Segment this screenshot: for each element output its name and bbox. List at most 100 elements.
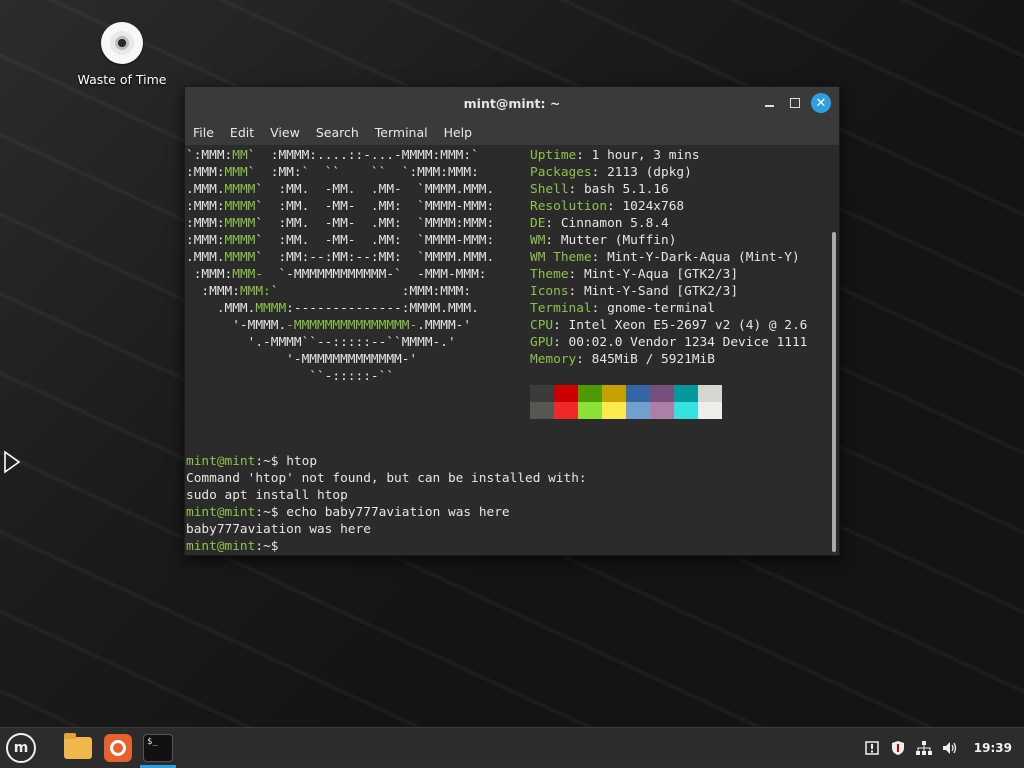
window-title: mint@mint: ~ bbox=[463, 95, 561, 111]
ascii-line: .MMM.MMMM:--------------:MMMM.MMM. bbox=[186, 301, 479, 316]
menu-file[interactable]: File bbox=[193, 125, 214, 140]
info-value: Mint-Y-Aqua [GTK2/3] bbox=[583, 267, 739, 282]
prompt-user-host: mint@mint bbox=[186, 505, 256, 520]
info-key: Resolution bbox=[530, 199, 608, 214]
volume-icon[interactable] bbox=[942, 740, 958, 756]
info-row: CPU: Intel Xeon E5-2697 v2 (4) @ 2.6 bbox=[530, 318, 808, 333]
palette-row bbox=[530, 402, 722, 419]
menu-edit[interactable]: Edit bbox=[230, 125, 254, 140]
info-row: GPU: 00:02.0 Vendor 1234 Device 1111 bbox=[530, 335, 808, 350]
info-value: 1024x768 bbox=[622, 199, 685, 214]
desktop-icon-label: Waste of Time bbox=[77, 72, 167, 87]
info-key: DE bbox=[530, 216, 546, 231]
system-tray: 19:39 bbox=[864, 728, 1024, 768]
ascii-line: '-MMMMMMMMMMMMM-' bbox=[186, 352, 418, 367]
color-swatch bbox=[530, 402, 554, 419]
info-row: Theme: Mint-Y-Aqua [GTK2/3] bbox=[530, 267, 739, 282]
info-value: bash 5.1.16 bbox=[583, 182, 669, 197]
output-line: Command 'htop' not found, but can be ins… bbox=[186, 471, 587, 486]
color-swatch bbox=[650, 402, 674, 419]
color-swatch bbox=[674, 385, 698, 402]
firefox-icon bbox=[104, 734, 132, 762]
info-row: Icons: Mint-Y-Sand [GTK2/3] bbox=[530, 284, 739, 299]
prompt-user-host: mint@mint bbox=[186, 539, 256, 554]
info-key: Packages bbox=[530, 165, 592, 180]
menu-help[interactable]: Help bbox=[444, 125, 473, 140]
info-value: 2113 (dpkg) bbox=[607, 165, 692, 180]
files-app-button[interactable] bbox=[62, 733, 94, 763]
window-titlebar[interactable]: mint@mint: ~ ✕ bbox=[185, 87, 839, 119]
info-value: Intel Xeon E5-2697 v2 (4) @ 2.6 bbox=[568, 318, 808, 333]
prompt-user-host: mint@mint bbox=[186, 454, 256, 469]
ascii-line: ``-:::::-`` bbox=[186, 369, 395, 384]
system-info: Uptime: 1 hour, 3 mins Packages: 2113 (dp… bbox=[530, 147, 807, 368]
desktop-icon-waste-of-time[interactable]: Waste of Time bbox=[72, 22, 172, 87]
prompt-path: ~ bbox=[263, 505, 271, 520]
network-icon[interactable] bbox=[915, 740, 932, 756]
prompt-path: ~ bbox=[263, 539, 271, 554]
color-swatch bbox=[626, 402, 650, 419]
ascii-line: '-MMMM.-MMMMMMMMMMMMMMM-.MMMM-' bbox=[186, 318, 472, 333]
terminal-app-button[interactable]: $_ bbox=[142, 733, 174, 763]
info-row: WM: Mutter (Muffin) bbox=[530, 233, 677, 248]
color-swatch bbox=[554, 402, 578, 419]
info-value: Cinnamon 5.8.4 bbox=[560, 216, 669, 231]
mint-ascii-logo: `:MMM:MM` :MMMM:....::-...-MMMM:MMM:`:MM… bbox=[186, 147, 494, 385]
menu-terminal[interactable]: Terminal bbox=[375, 125, 428, 140]
info-key: Icons bbox=[530, 284, 569, 299]
mint-logo-icon[interactable]: m bbox=[6, 733, 36, 763]
menu-view[interactable]: View bbox=[270, 125, 300, 140]
terminal-content[interactable]: `:MMM:MM` :MMMM:....::-...-MMMM:MMM:`:MM… bbox=[185, 145, 829, 555]
command-text: htop bbox=[286, 454, 318, 469]
prompt-path: ~ bbox=[263, 454, 271, 469]
info-key: Theme bbox=[530, 267, 569, 282]
prompt-line: mint@mint:~$ echo baby777aviation was he… bbox=[186, 505, 510, 520]
color-swatch bbox=[602, 402, 626, 419]
shield-icon[interactable] bbox=[890, 740, 906, 756]
info-value: Mint-Y-Dark-Aqua (Mint-Y) bbox=[607, 250, 800, 265]
color-swatch bbox=[674, 402, 698, 419]
info-key: Memory bbox=[530, 352, 577, 367]
info-row: Uptime: 1 hour, 3 mins bbox=[530, 148, 700, 163]
info-row: DE: Cinnamon 5.8.4 bbox=[530, 216, 669, 231]
color-swatch bbox=[626, 385, 650, 402]
close-icon: ✕ bbox=[815, 95, 827, 111]
maximize-icon bbox=[790, 98, 800, 108]
info-row: WM Theme: Mint-Y-Dark-Aqua (Mint-Y) bbox=[530, 250, 800, 265]
ascii-line: :MMM:MMM` :MM:` `` `` `:MMM:MMM: bbox=[186, 165, 479, 180]
info-row: Packages: 2113 (dpkg) bbox=[530, 165, 692, 180]
info-key: WM Theme bbox=[530, 250, 592, 265]
menu-search[interactable]: Search bbox=[316, 125, 359, 140]
ascii-line: .MMM.MMMM` :MM. -MM. .MM- `MMMM.MMM. bbox=[186, 182, 495, 197]
info-row: Shell: bash 5.1.16 bbox=[530, 182, 669, 197]
close-button[interactable]: ✕ bbox=[811, 93, 831, 113]
ascii-line: :MMM:MMMM` :MM. -MM- .MM: `MMMM:MMM: bbox=[186, 216, 495, 231]
update-manager-icon[interactable] bbox=[864, 740, 880, 756]
minimize-button[interactable] bbox=[759, 93, 779, 113]
color-swatch bbox=[530, 385, 554, 402]
cd-disc-icon bbox=[101, 22, 143, 64]
color-swatch bbox=[578, 402, 602, 419]
command-text: echo baby777aviation was here bbox=[286, 505, 510, 520]
color-swatch bbox=[554, 385, 578, 402]
info-value: 1 hour, 3 mins bbox=[591, 148, 700, 163]
maximize-button[interactable] bbox=[785, 93, 805, 113]
firefox-app-button[interactable] bbox=[102, 733, 134, 763]
cursor-arrow-icon bbox=[4, 450, 21, 474]
terminal-window[interactable]: mint@mint: ~ ✕ File Edit View Search Ter… bbox=[184, 86, 840, 556]
terminal-scrollbar[interactable] bbox=[832, 232, 836, 552]
ascii-line: :MMM:MMMM` :MM. -MM- .MM: `MMMM-MMM: bbox=[186, 199, 495, 214]
info-row: Resolution: 1024x768 bbox=[530, 199, 685, 214]
terminal-icon: $_ bbox=[143, 734, 173, 762]
clock[interactable]: 19:39 bbox=[974, 741, 1012, 755]
color-swatch bbox=[602, 385, 626, 402]
color-swatch bbox=[578, 385, 602, 402]
prompt-line: mint@mint:~$ htop bbox=[186, 454, 318, 469]
color-palette bbox=[530, 385, 722, 419]
menu-bar: File Edit View Search Terminal Help bbox=[185, 119, 839, 145]
info-key: Shell bbox=[530, 182, 569, 197]
info-key: GPU bbox=[530, 335, 554, 350]
minimize-icon bbox=[764, 105, 774, 107]
info-row: Memory: 845MiB / 5921MiB bbox=[530, 352, 715, 367]
info-value: gnome-terminal bbox=[607, 301, 715, 316]
